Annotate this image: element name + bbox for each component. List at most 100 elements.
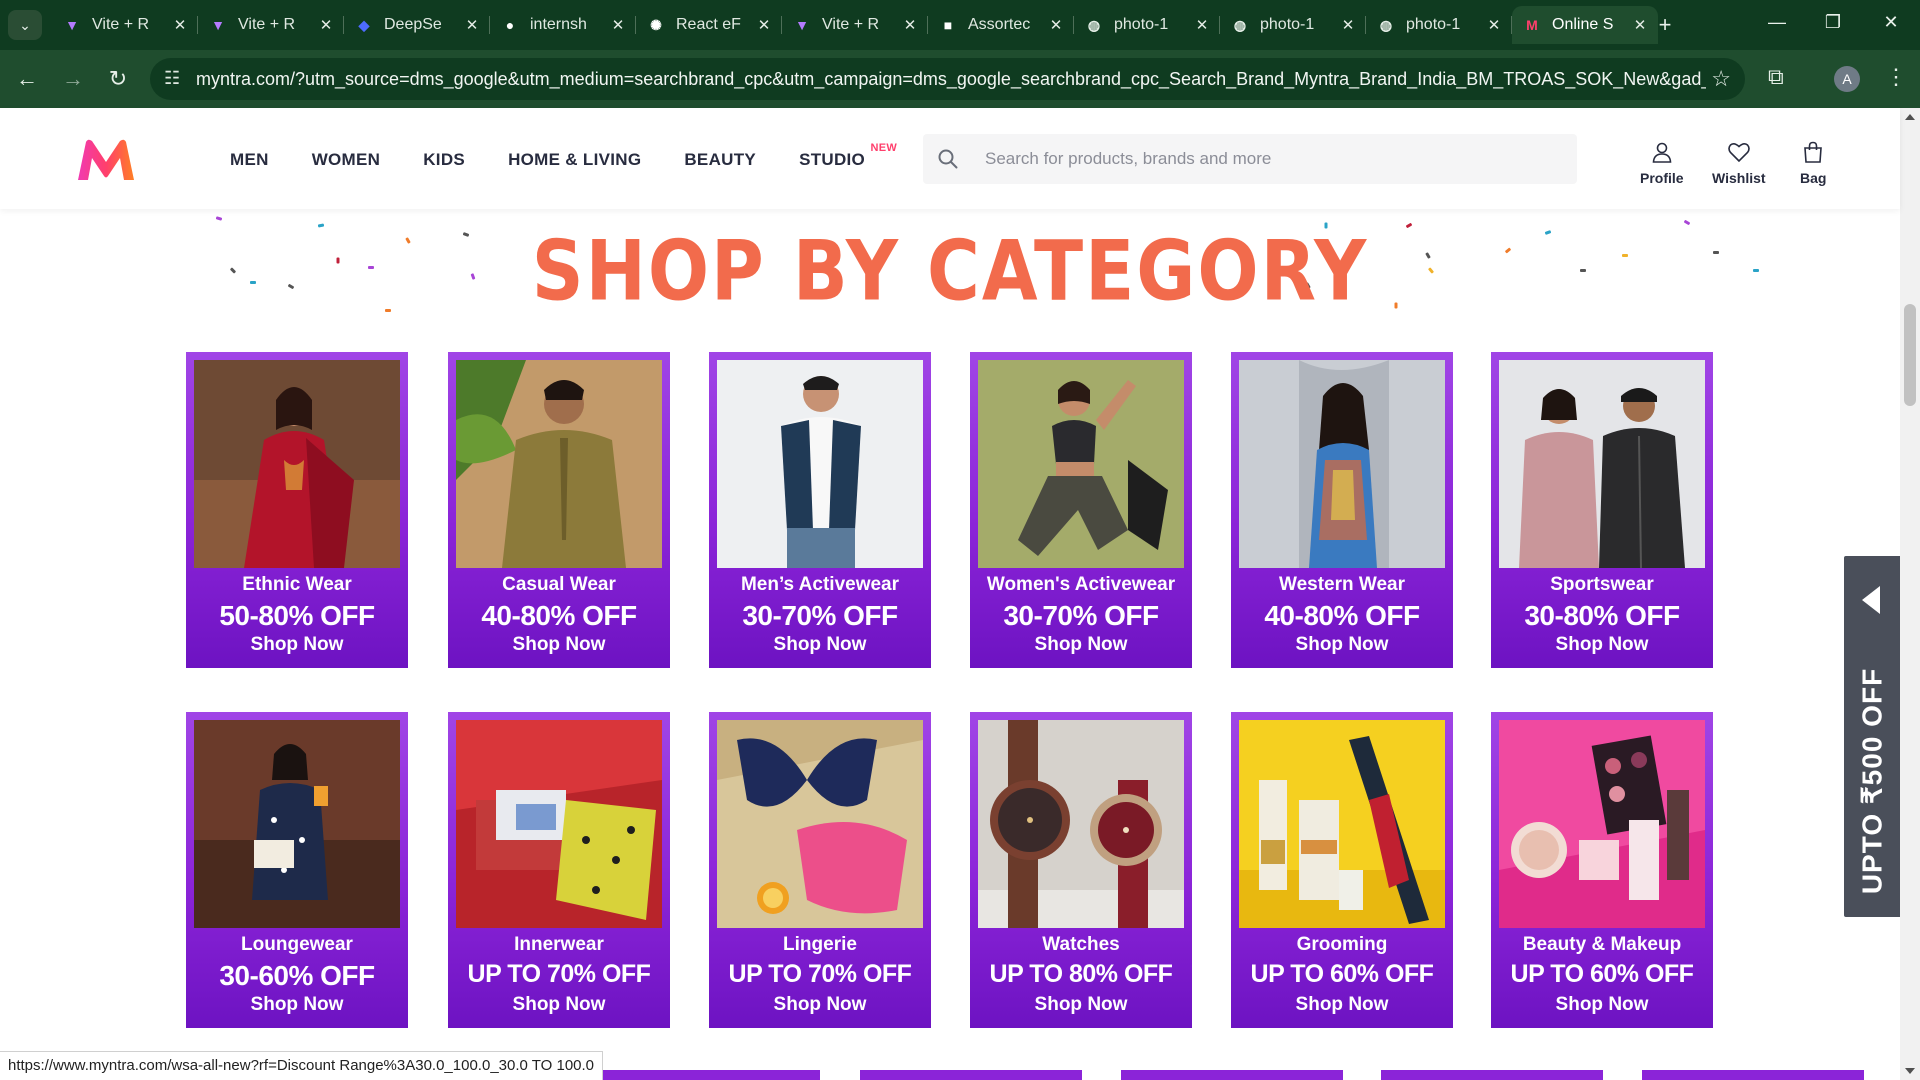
category-image [1499,720,1705,928]
forward-button[interactable]: → [58,64,88,94]
category-card[interactable]: Innerwear UP TO 70% OFF Shop Now [448,712,670,1028]
page-scrollbar[interactable] [1900,108,1920,1080]
category-card[interactable]: Watches UP TO 80% OFF Shop Now [970,712,1192,1028]
browser-tab[interactable]: ◍ photo-1 ✕ [1220,6,1366,44]
close-tab-icon[interactable]: ✕ [1194,16,1210,34]
category-offer: UP TO 80% OFF [989,960,1173,988]
browser-tab[interactable]: ▼ Vite + R ✕ [782,6,928,44]
partial-card[interactable] [598,1070,820,1080]
bag-button[interactable]: Bag [1800,140,1826,186]
globe-icon: ◍ [1233,16,1247,33]
scrollbar-thumb[interactable] [1904,304,1916,406]
shop-now-link[interactable]: Shop Now [448,634,670,656]
site-info-icon[interactable]: ☷ [164,68,180,89]
category-card[interactable]: Grooming UP TO 60% OFF Shop Now [1231,712,1453,1028]
close-tab-icon[interactable]: ✕ [756,16,772,34]
wishlist-button[interactable]: Wishlist [1712,140,1766,186]
new-tab-button[interactable]: + [1652,12,1678,38]
back-button[interactable]: ← [12,64,42,94]
shop-now-link[interactable]: Shop Now [448,994,670,1016]
close-tab-icon[interactable]: ✕ [902,16,918,34]
restore-button[interactable]: ❐ [1818,12,1848,33]
category-card[interactable]: Sportswear 30-80% OFF Shop Now [1491,352,1713,668]
close-tab-icon[interactable]: ✕ [1486,16,1502,34]
profile-avatar[interactable]: A [1834,66,1860,92]
scroll-down-arrow-icon[interactable] [1905,1068,1915,1074]
nav-kids[interactable]: KIDS [423,150,465,170]
browser-toolbar: ← → ↻ ☷ myntra.com/?utm_source=dms_googl… [0,50,1920,108]
reload-button[interactable]: ↻ [103,64,133,94]
close-tab-icon[interactable]: ✕ [1340,16,1356,34]
shop-now-link[interactable]: Shop Now [709,994,931,1016]
partial-card[interactable] [1121,1070,1343,1080]
scroll-up-arrow-icon[interactable] [1905,114,1915,120]
shop-now-link[interactable]: Shop Now [970,634,1192,656]
minimize-button[interactable]: — [1762,12,1792,33]
category-title: Watches [1042,934,1120,955]
category-card[interactable]: Lingerie UP TO 70% OFF Shop Now [709,712,931,1028]
shop-now-link[interactable]: Shop Now [1491,994,1713,1016]
bookmark-star-icon[interactable]: ☆ [1711,66,1731,92]
category-title: Sportswear [1550,574,1654,595]
myntra-logo[interactable] [76,138,136,182]
category-card[interactable]: Beauty & Makeup UP TO 60% OFF Shop Now [1491,712,1713,1028]
nav-beauty[interactable]: BEAUTY [684,150,756,170]
category-title: Casual Wear [502,574,616,595]
github-icon: ● [505,17,515,33]
close-tab-icon[interactable]: ✕ [318,16,334,34]
browser-tab[interactable]: ◆ DeepSe ✕ [344,6,490,44]
category-card[interactable]: Men’s Activewear 30-70% OFF Shop Now [709,352,931,668]
close-tab-icon[interactable]: ✕ [1632,16,1648,34]
collapse-arrow-icon[interactable] [1862,586,1880,614]
category-card[interactable]: Western Wear 40-80% OFF Shop Now [1231,352,1453,668]
store-icon: ■ [943,17,953,33]
partial-card[interactable] [1381,1070,1603,1080]
category-card[interactable]: Casual Wear 40-80% OFF Shop Now [448,352,670,668]
shop-now-link[interactable]: Shop Now [186,634,408,656]
shop-now-link[interactable]: Shop Now [1491,634,1713,656]
category-title: Western Wear [1278,574,1405,595]
category-offer: 30-70% OFF [1003,600,1159,631]
category-card[interactable]: Ethnic Wear 50-80% OFF Shop Now [186,352,408,668]
browser-tab[interactable]: M Online S ✕ [1512,6,1658,44]
url-text[interactable]: myntra.com/?utm_source=dms_google&utm_me… [196,69,1706,90]
browser-tab[interactable]: ● internsh ✕ [490,6,636,44]
close-tab-icon[interactable]: ✕ [464,16,480,34]
search-bar[interactable] [923,134,1577,184]
browser-menu-icon[interactable]: ⋮ [1885,64,1907,90]
tab-search-menu-button[interactable]: ⌄ [8,10,42,40]
category-offer: 40-80% OFF [481,600,637,631]
close-tab-icon[interactable]: ✕ [172,16,188,34]
nav-studio[interactable]: STUDIO NEW [799,142,897,170]
side-promo-tab[interactable]: UPTO ₹500 OFF [1844,556,1900,917]
shop-now-link[interactable]: Shop Now [970,994,1192,1016]
category-card[interactable]: Women's Activewear 30-70% OFF Shop Now [970,352,1192,668]
close-window-button[interactable]: ✕ [1876,12,1906,33]
address-bar[interactable]: ☷ myntra.com/?utm_source=dms_google&utm_… [150,58,1745,100]
partial-card[interactable] [1642,1070,1864,1080]
browser-tab[interactable]: ◍ photo-1 ✕ [1366,6,1512,44]
shop-now-link[interactable]: Shop Now [709,634,931,656]
nav-women[interactable]: WOMEN [312,150,381,170]
category-image [717,720,923,928]
extensions-icon[interactable]: ⧉ [1768,64,1784,90]
close-tab-icon[interactable]: ✕ [1048,16,1064,34]
browser-tab[interactable]: ■ Assortec ✕ [928,6,1074,44]
shop-now-link[interactable]: Shop Now [1231,994,1453,1016]
close-tab-icon[interactable]: ✕ [610,16,626,34]
shop-now-link[interactable]: Shop Now [1231,634,1453,656]
nav-home-living[interactable]: HOME & LIVING [508,150,641,170]
category-card[interactable]: Loungewear 30-60% OFF Shop Now [186,712,408,1028]
browser-tab[interactable]: ▼ Vite + R ✕ [198,6,344,44]
search-icon[interactable] [937,148,959,170]
section-heading: SHOP BY CATEGORY [531,222,1369,320]
category-title: Women's Activewear [986,574,1176,595]
shop-now-link[interactable]: Shop Now [186,994,408,1016]
browser-tab[interactable]: ▼ Vite + R ✕ [52,6,198,44]
partial-card[interactable] [860,1070,1082,1080]
browser-tab[interactable]: ◍ photo-1 ✕ [1074,6,1220,44]
browser-tab[interactable]: ✺ React eF ✕ [636,6,782,44]
search-input[interactable] [985,134,1555,184]
nav-men[interactable]: MEN [230,150,269,170]
profile-button[interactable]: Profile [1640,140,1684,186]
